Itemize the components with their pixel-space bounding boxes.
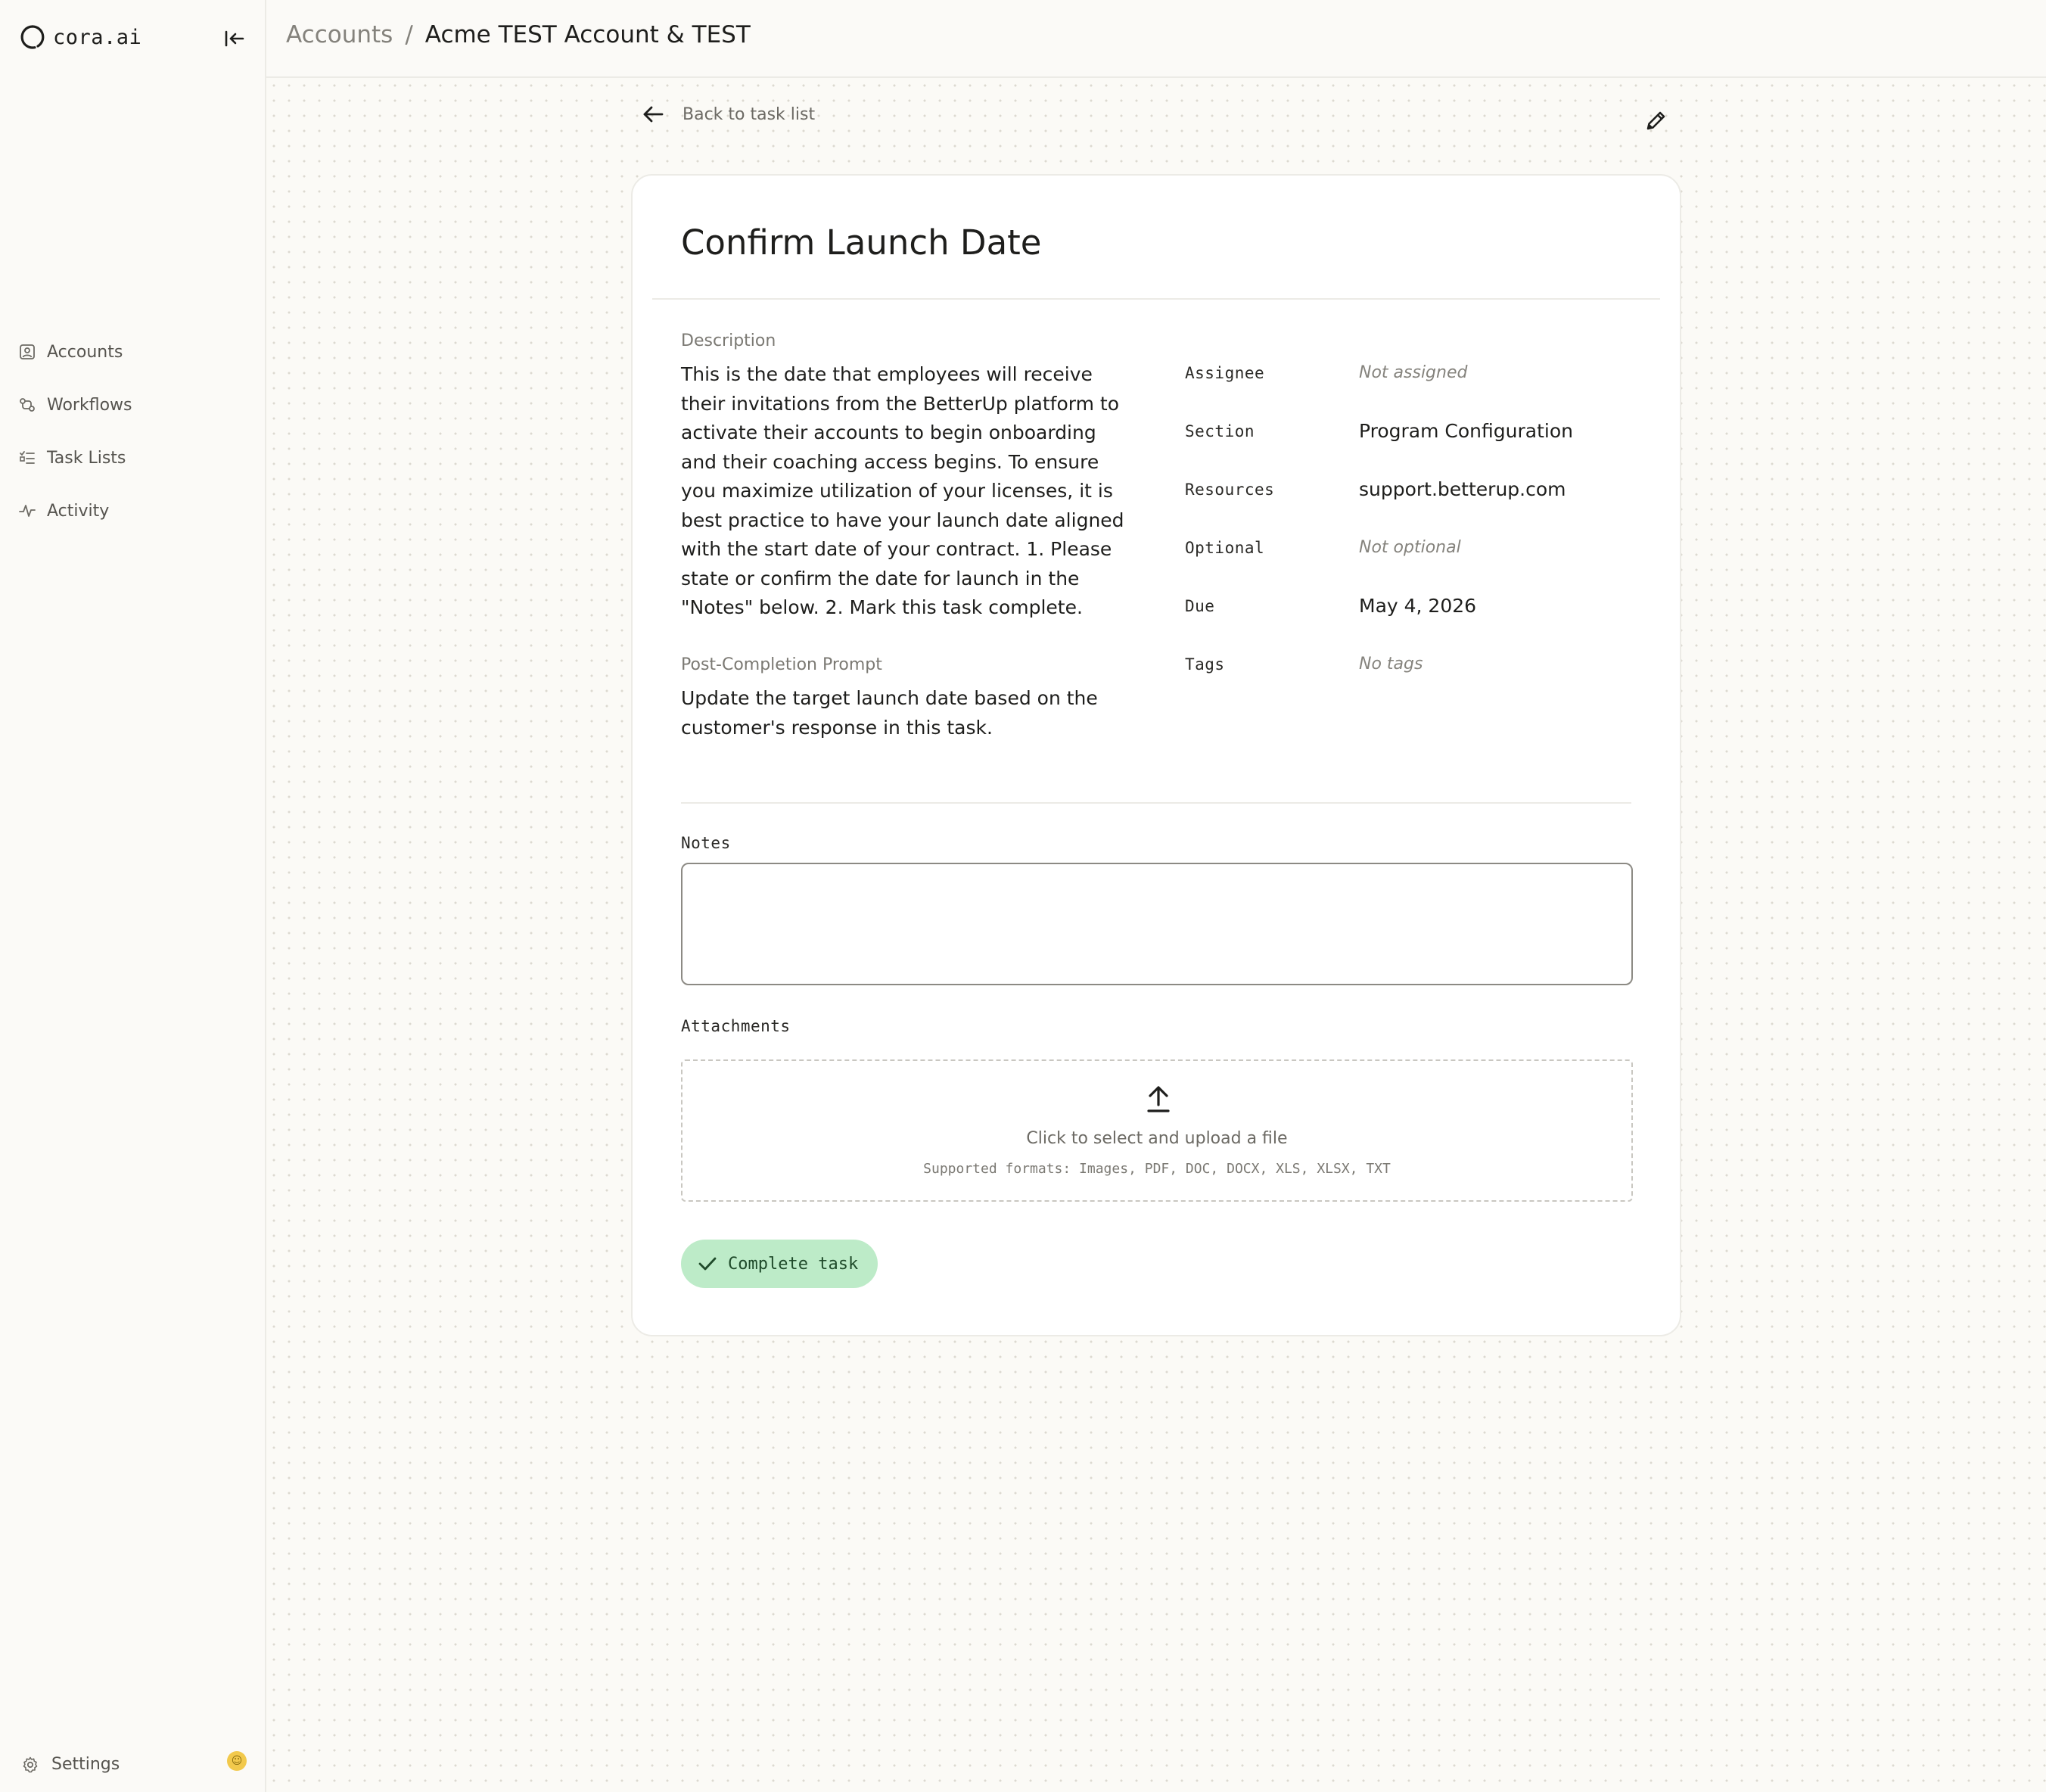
task-metadata: Assignee Not assigned Section Program Co… — [1185, 344, 1654, 693]
complete-task-label: Complete task — [728, 1254, 859, 1274]
top-bar: Accounts / Acme TEST Account & TEST — [266, 0, 2046, 78]
brand-name: cora.ai — [53, 25, 142, 49]
optional-value: Not optional — [1359, 538, 1461, 557]
upload-instruction: Click to select and upload a file — [1026, 1129, 1288, 1148]
divider — [681, 802, 1631, 804]
edit-task-button[interactable] — [1642, 106, 1671, 135]
breadcrumb-separator: / — [405, 21, 413, 48]
meta-row-section: Section Program Configuration — [1185, 402, 1654, 460]
activity-icon — [19, 505, 36, 517]
smile-icon: ☺ — [231, 1755, 243, 1767]
meta-row-due: Due May 4, 2026 — [1185, 577, 1654, 635]
back-label: Back to task list — [683, 104, 816, 124]
sidebar-item-label: Workflows — [47, 395, 132, 415]
collapse-left-icon — [225, 30, 244, 47]
meta-key: Optional — [1185, 538, 1265, 557]
accounts-icon — [20, 344, 35, 359]
check-icon — [698, 1257, 717, 1271]
sidebar-item-settings[interactable]: Settings — [21, 1755, 120, 1774]
meta-key: Section — [1185, 422, 1255, 440]
sidebar-item-task-lists[interactable]: Task Lists — [18, 431, 245, 484]
meta-key: Assignee — [1185, 363, 1265, 382]
sidebar-item-workflows[interactable]: Workflows — [18, 378, 245, 431]
divider — [652, 298, 1660, 300]
meta-row-assignee: Assignee Not assigned — [1185, 344, 1654, 402]
post-completion-label: Post-Completion Prompt — [681, 655, 882, 674]
breadcrumb-accounts[interactable]: Accounts — [286, 21, 393, 48]
task-title: Confirm Launch Date — [681, 222, 1042, 263]
meta-key: Due — [1185, 596, 1215, 615]
breadcrumb: Accounts / Acme TEST Account & TEST — [286, 21, 751, 48]
gear-icon — [23, 1756, 38, 1772]
sidebar-item-label: Activity — [47, 501, 110, 521]
arrow-left-icon — [643, 106, 664, 123]
assignee-value[interactable]: Not assigned — [1359, 363, 1467, 382]
due-date-value: May 4, 2026 — [1359, 595, 1477, 617]
sidebar-item-label: Accounts — [47, 342, 123, 362]
workflows-icon — [20, 398, 35, 412]
task-card: Confirm Launch Date Description This is … — [631, 174, 1681, 1336]
sidebar-nav: Accounts Workflows Task Lists Activity — [18, 325, 245, 537]
description-text: This is the date that employees will rec… — [681, 363, 1124, 618]
meta-row-tags: Tags No tags — [1185, 635, 1654, 693]
back-to-task-list-link[interactable]: Back to task list — [642, 104, 815, 124]
task-list-icon — [20, 451, 35, 464]
sidebar-item-accounts[interactable]: Accounts — [18, 325, 245, 378]
section-value: Program Configuration — [1359, 420, 1573, 442]
notes-textarea[interactable] — [681, 863, 1633, 985]
upload-formats: Supported formats: Images, PDF, DOC, DOC… — [923, 1161, 1391, 1177]
collapse-sidebar-button[interactable] — [221, 26, 248, 51]
brand-logo[interactable]: cora.ai — [20, 24, 141, 50]
breadcrumb-current: Acme TEST Account & TEST — [424, 21, 751, 48]
meta-key: Resources — [1185, 480, 1275, 499]
resources-link[interactable]: support.betterup.com — [1359, 478, 1566, 500]
pencil-icon — [1646, 111, 1665, 130]
notification-badge[interactable]: ☺ — [227, 1751, 247, 1771]
post-completion-text: Update the target launch date based on t… — [681, 687, 1098, 739]
cora-logo-icon — [20, 25, 45, 49]
tags-value: No tags — [1359, 655, 1423, 674]
upload-icon — [1147, 1086, 1170, 1112]
complete-task-button[interactable]: Complete task — [681, 1240, 878, 1288]
notes-label: Notes — [681, 834, 731, 852]
settings-label: Settings — [51, 1755, 120, 1774]
sidebar-item-label: Task Lists — [47, 448, 126, 468]
sidebar-item-activity[interactable]: Activity — [18, 484, 245, 537]
sidebar: cora.ai Accounts Workflows Task Lists Ac… — [0, 0, 266, 1792]
meta-row-resources: Resources support.betterup.com — [1185, 460, 1654, 518]
file-upload-dropzone[interactable]: Click to select and upload a file Suppor… — [681, 1059, 1633, 1202]
description-label: Description — [681, 331, 776, 350]
attachments-label: Attachments — [681, 1017, 791, 1035]
meta-row-optional: Optional Not optional — [1185, 518, 1654, 577]
meta-key: Tags — [1185, 655, 1225, 674]
